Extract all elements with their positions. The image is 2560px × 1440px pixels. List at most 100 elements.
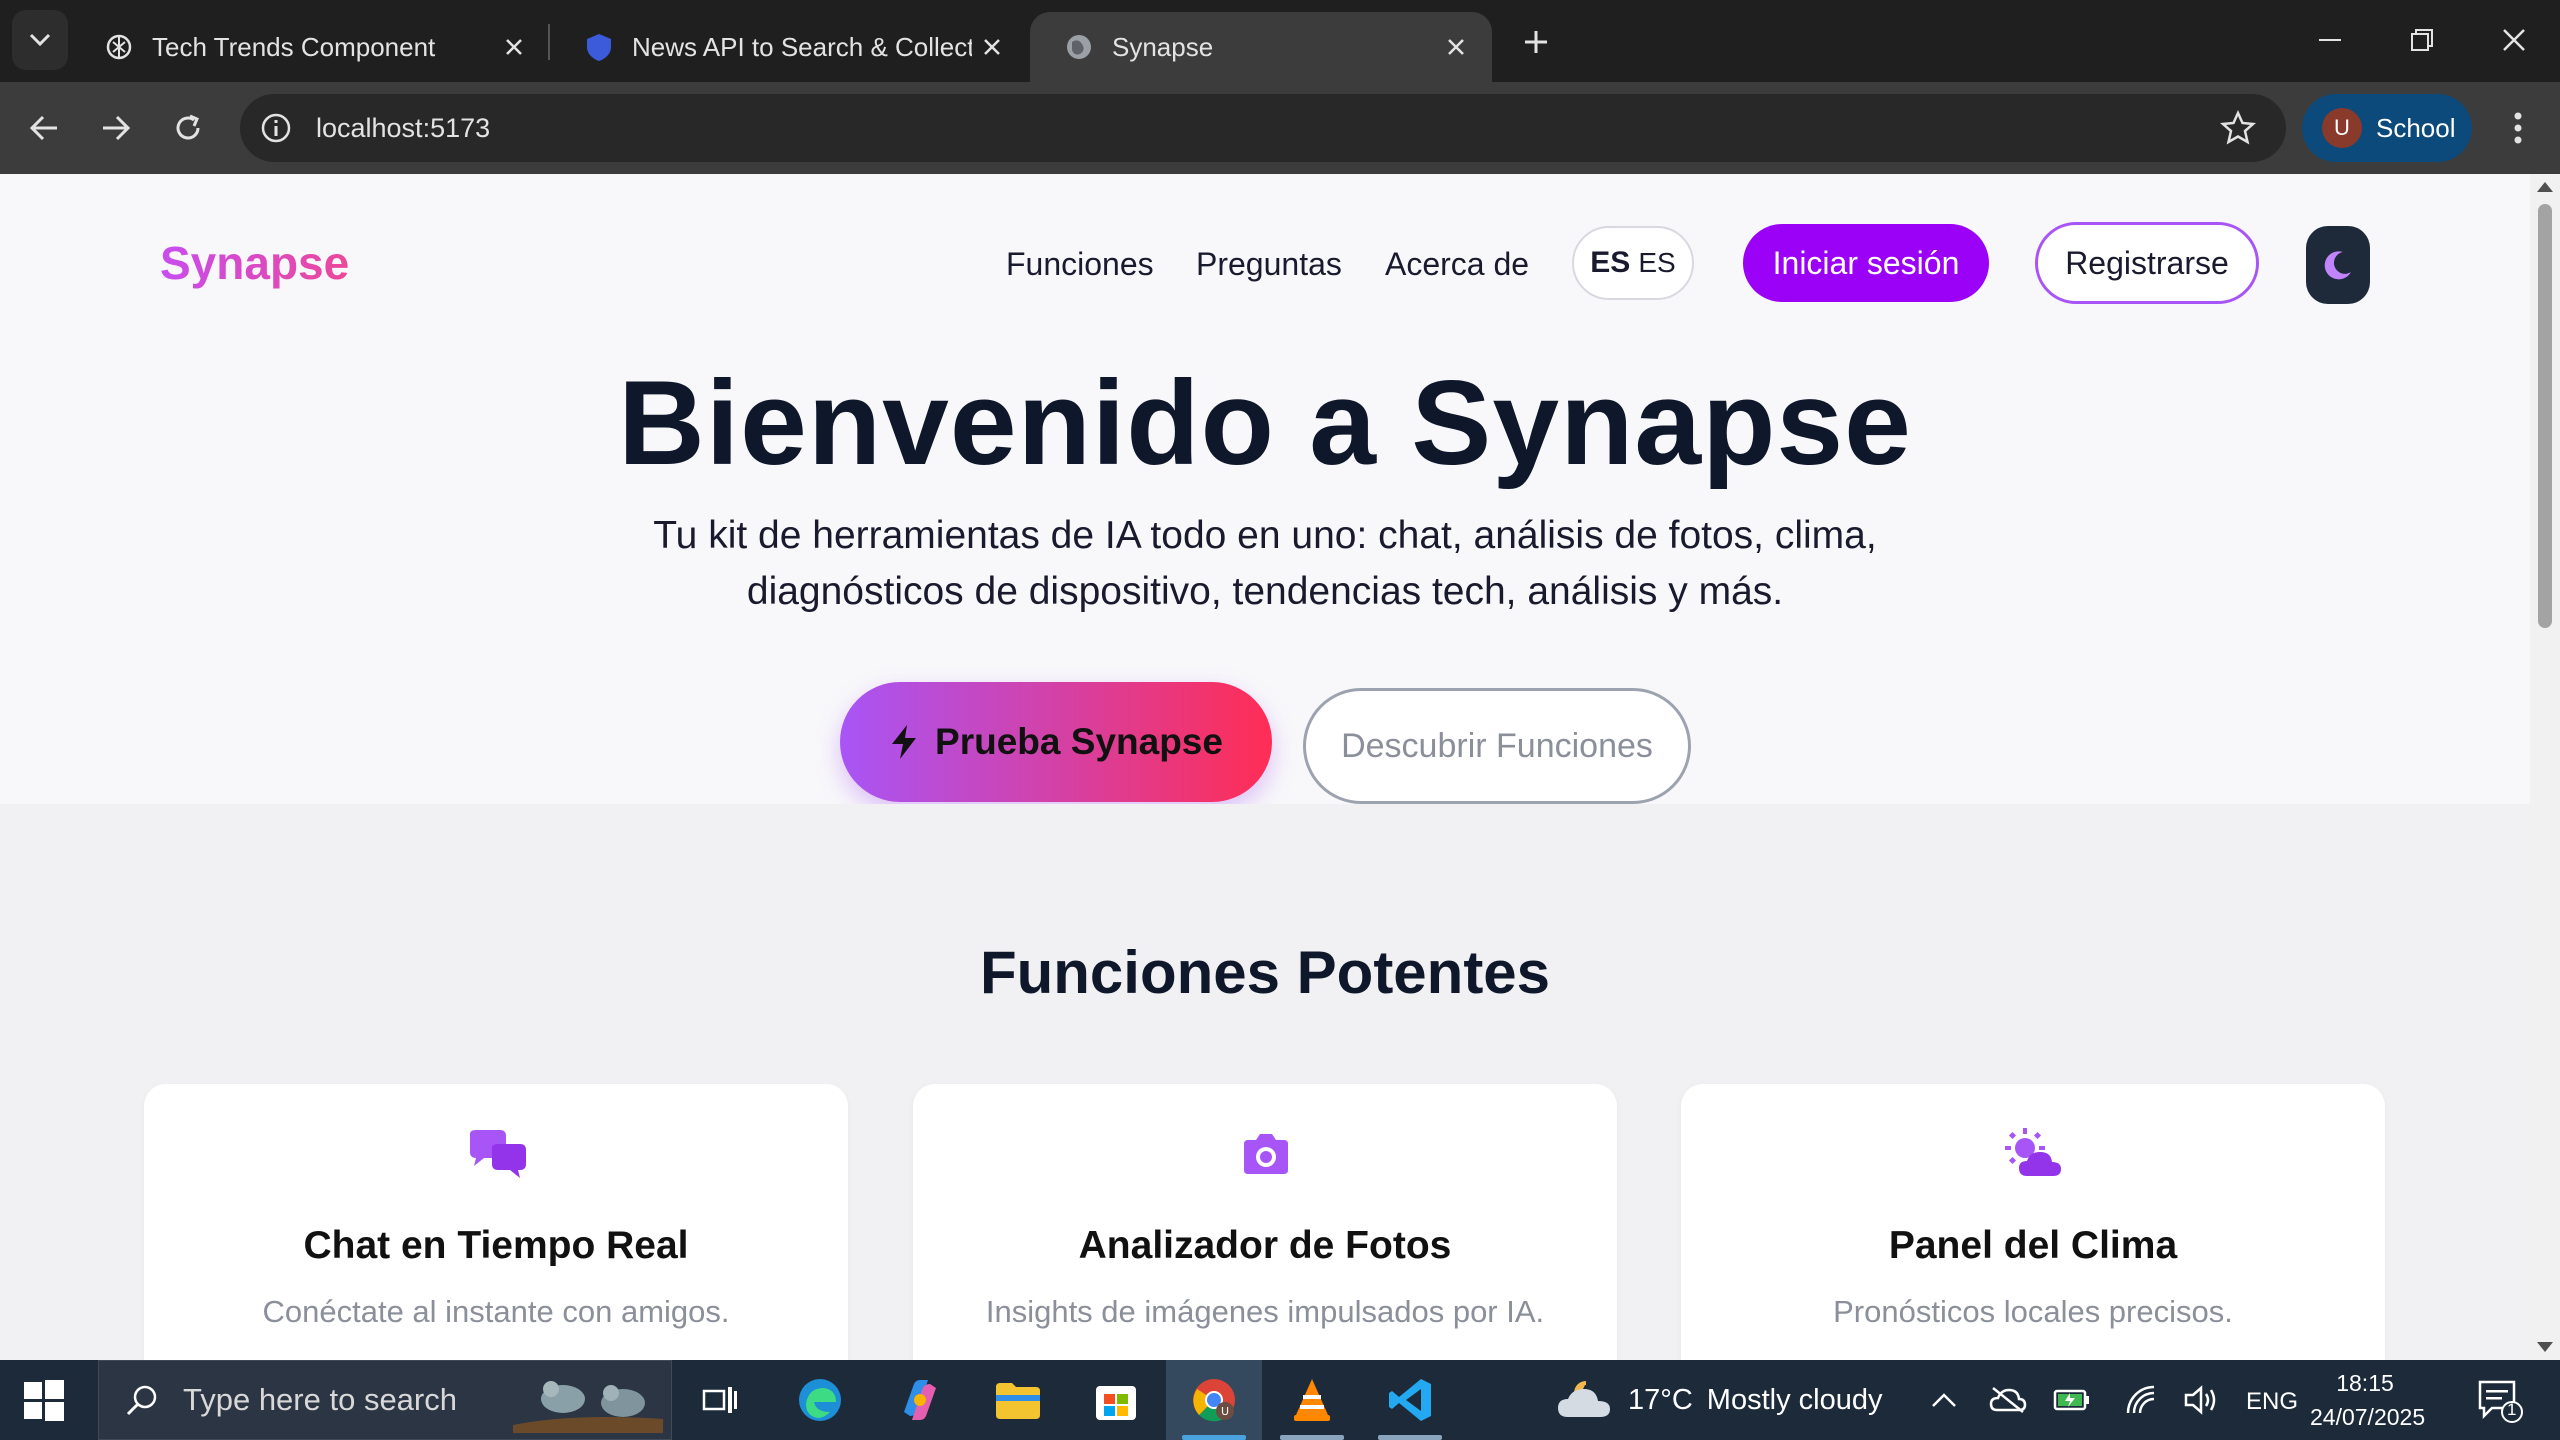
chevron-up-icon bbox=[1932, 1393, 1956, 1407]
tray-network[interactable] bbox=[2120, 1380, 2160, 1420]
info-icon[interactable] bbox=[260, 112, 292, 144]
tab-tech-trends[interactable]: Tech Trends Component bbox=[70, 12, 550, 82]
clock-date: 24/07/2025 bbox=[2310, 1404, 2426, 1430]
vlc-icon bbox=[1294, 1379, 1330, 1421]
close-icon[interactable] bbox=[494, 27, 534, 67]
chrome-icon: U bbox=[1193, 1379, 1235, 1422]
close-icon[interactable] bbox=[972, 27, 1012, 67]
folder-icon bbox=[996, 1383, 1040, 1419]
tray-battery[interactable] bbox=[2052, 1380, 2092, 1420]
scroll-up-icon[interactable] bbox=[2537, 182, 2553, 192]
taskbar-store[interactable] bbox=[1068, 1360, 1164, 1440]
feature-card-chat[interactable]: Chat en Tiempo Real Conéctate al instant… bbox=[144, 1084, 848, 1360]
flag-es: ES bbox=[1590, 246, 1631, 279]
restore-button[interactable] bbox=[2376, 0, 2468, 80]
features-title: Funciones Potentes bbox=[979, 939, 1551, 1006]
comments-icon bbox=[466, 1126, 528, 1182]
clock-time: 18:15 bbox=[2336, 1370, 2394, 1396]
url-text[interactable]: localhost:5173 bbox=[316, 113, 490, 144]
browser-menu-button[interactable] bbox=[2490, 100, 2546, 156]
bolt-icon bbox=[892, 725, 917, 759]
forward-button[interactable] bbox=[88, 100, 144, 156]
site-logo[interactable]: Synapse bbox=[160, 236, 349, 290]
plus-icon bbox=[1525, 31, 1547, 53]
theme-toggle-button[interactable] bbox=[2306, 226, 2370, 304]
weather-cloudy-icon bbox=[1558, 1381, 1610, 1417]
try-synapse-label: Prueba Synapse bbox=[935, 721, 1223, 762]
active-app-indicator bbox=[1182, 1435, 1246, 1440]
avatar: U bbox=[2322, 108, 2362, 148]
windows-start-icon[interactable] bbox=[22, 1378, 66, 1422]
star-icon[interactable] bbox=[2220, 110, 2256, 146]
back-button[interactable] bbox=[16, 100, 72, 156]
feature-card-photos[interactable]: Analizador de Fotos Insights de imágenes… bbox=[913, 1084, 1617, 1360]
page-scrollbar[interactable] bbox=[2530, 174, 2560, 1360]
moon-icon bbox=[2324, 251, 2351, 280]
taskbar-copilot[interactable] bbox=[872, 1360, 968, 1440]
wifi-icon bbox=[2126, 1385, 2155, 1414]
tab-synapse[interactable]: Synapse bbox=[1030, 12, 1492, 82]
tab-title: Synapse bbox=[1112, 31, 1214, 62]
notification-center[interactable]: 1 bbox=[2476, 1378, 2524, 1424]
scrollbar-thumb[interactable] bbox=[2538, 204, 2552, 628]
minimize-icon bbox=[2319, 39, 2341, 41]
copilot-icon bbox=[904, 1380, 936, 1420]
close-icon[interactable] bbox=[1436, 27, 1476, 67]
feature-card-weather[interactable]: Panel del Clima Pronósticos locales prec… bbox=[1681, 1084, 2385, 1360]
new-tab-button[interactable] bbox=[1514, 20, 1558, 64]
taskbar-vlc[interactable] bbox=[1264, 1360, 1360, 1440]
reload-button[interactable] bbox=[160, 100, 216, 156]
taskbar-weather[interactable]: 17°C Mostly cloudy bbox=[1556, 1360, 1882, 1440]
nav-link-funciones[interactable]: Funciones bbox=[1006, 246, 1154, 283]
browser-toolbar: localhost:5173 U School bbox=[0, 82, 2560, 174]
openai-icon bbox=[104, 32, 134, 62]
task-view-button[interactable] bbox=[672, 1360, 768, 1440]
hero-subtitle: Tu kit de herramientas de IA todo en uno… bbox=[653, 514, 1877, 613]
shield-icon bbox=[584, 32, 614, 62]
weather-temp: 17°C bbox=[1628, 1383, 1693, 1416]
edge-icon bbox=[799, 1379, 841, 1421]
tray-onedrive[interactable] bbox=[1988, 1380, 2028, 1420]
profile-button[interactable]: U School bbox=[2302, 94, 2472, 162]
try-synapse-button[interactable]: Prueba Synapse bbox=[840, 682, 1272, 802]
globe-icon bbox=[1064, 32, 1094, 62]
volume-icon bbox=[2184, 1385, 2216, 1415]
taskbar-vscode[interactable] bbox=[1362, 1360, 1458, 1440]
address-bar[interactable]: localhost:5173 bbox=[240, 94, 2286, 162]
task-view-icon bbox=[702, 1387, 737, 1413]
register-button[interactable]: Registrarse bbox=[2035, 222, 2259, 304]
notification-icon bbox=[2478, 1380, 2523, 1423]
tab-title: News API to Search & Collect W bbox=[632, 31, 972, 62]
tray-chevron-up[interactable] bbox=[1924, 1380, 1964, 1420]
language-selector[interactable]: ES ES bbox=[1572, 226, 1694, 300]
discover-features-button[interactable]: Descubrir Funciones bbox=[1303, 688, 1691, 804]
scroll-down-icon[interactable] bbox=[2537, 1342, 2553, 1352]
feature-card-title: Panel del Clima bbox=[1888, 1224, 2178, 1267]
feature-card-desc: Insights de imágenes impulsados por IA. bbox=[985, 1294, 1545, 1329]
taskbar-chrome[interactable]: U bbox=[1166, 1360, 1262, 1440]
tab-strip: Tech Trends Component News API to Search… bbox=[0, 0, 2560, 82]
feature-card-desc: Pronósticos locales precisos. bbox=[1833, 1294, 2233, 1329]
chevron-down-icon bbox=[29, 33, 51, 47]
tab-search-button[interactable] bbox=[12, 10, 68, 70]
hero-title: Bienvenido a Synapse bbox=[618, 356, 1912, 490]
tab-news-api[interactable]: News API to Search & Collect W bbox=[550, 12, 1028, 82]
running-app-indicator bbox=[1280, 1435, 1344, 1440]
search-icon bbox=[126, 1385, 157, 1416]
tray-volume[interactable] bbox=[2182, 1380, 2222, 1420]
taskbar-clock[interactable]: 18:15 24/07/2025 bbox=[2310, 1366, 2426, 1434]
tab-title: Tech Trends Component bbox=[152, 31, 436, 62]
minimize-button[interactable] bbox=[2284, 0, 2376, 80]
nav-link-acerca[interactable]: Acerca de bbox=[1385, 246, 1529, 283]
taskbar-search[interactable]: Type here to search bbox=[98, 1360, 672, 1440]
nav-link-preguntas[interactable]: Preguntas bbox=[1196, 246, 1342, 283]
taskbar-edge[interactable] bbox=[772, 1360, 868, 1440]
close-window-button[interactable] bbox=[2468, 0, 2560, 80]
store-icon bbox=[1096, 1386, 1136, 1420]
arrow-right-icon bbox=[103, 115, 131, 141]
login-button[interactable]: Iniciar sesión bbox=[1743, 224, 1989, 302]
more-vertical-icon bbox=[2514, 112, 2522, 144]
taskbar-file-explorer[interactable] bbox=[970, 1360, 1066, 1440]
notification-count: 1 bbox=[2507, 1400, 2517, 1419]
tray-language[interactable]: ENG bbox=[2246, 1388, 2298, 1416]
